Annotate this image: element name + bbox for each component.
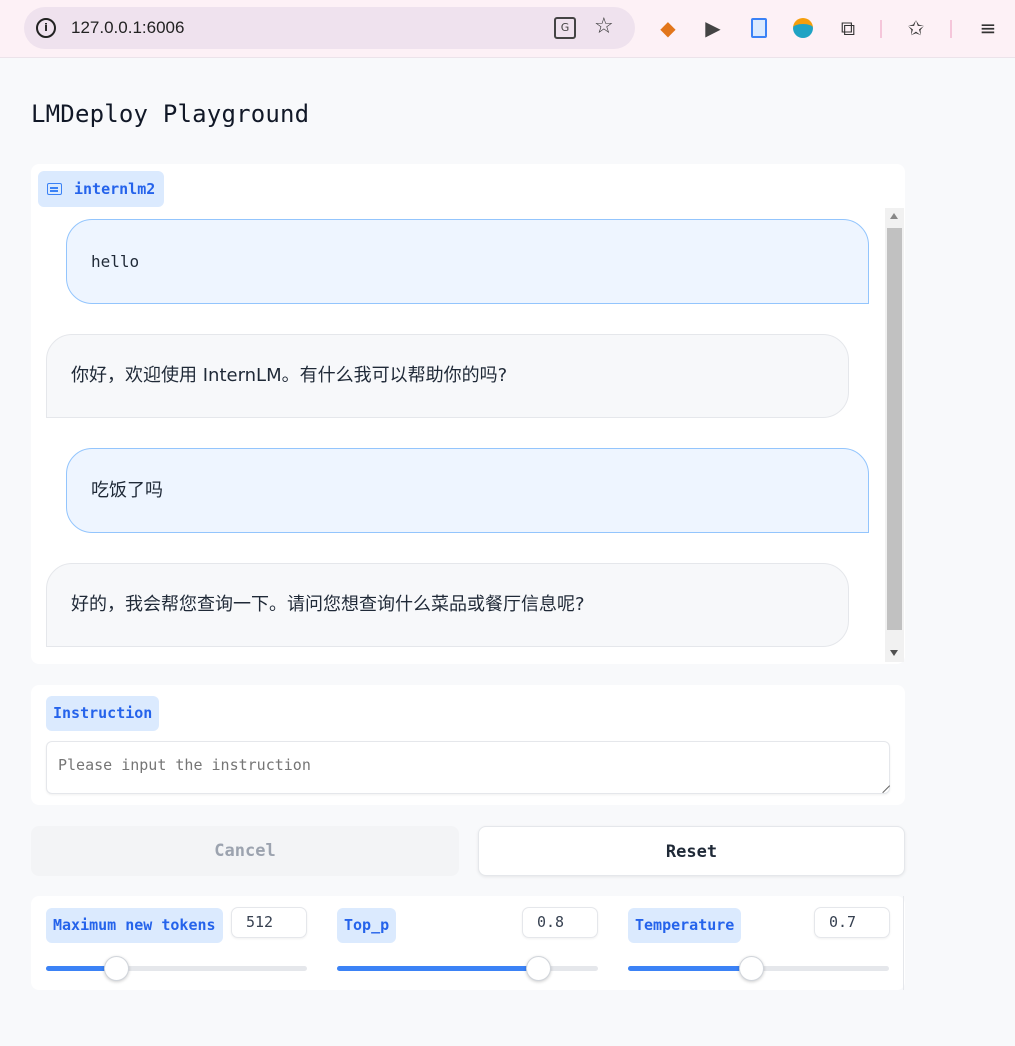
temperature-slider[interactable] [628, 956, 889, 981]
user-message: 吃饭了吗 [66, 448, 869, 533]
play-icon[interactable]: ▶ [700, 14, 726, 42]
toolbar-divider [950, 20, 952, 38]
max-new-tokens-slider[interactable] [46, 956, 307, 981]
message-text: 吃饭了吗 [91, 479, 163, 501]
instruction-input[interactable] [46, 741, 890, 794]
message-text: 好的，我会帮您查询一下。请问您想查询什么菜品或餐厅信息呢? [71, 594, 585, 615]
max-new-tokens-input[interactable]: 512 [231, 907, 307, 938]
bookmarks-star-icon[interactable]: ✩ [903, 14, 929, 42]
top-p-input[interactable]: 0.8 [522, 907, 598, 938]
fruit-extension-icon[interactable] [790, 14, 816, 42]
slider-handle[interactable] [525, 956, 551, 981]
slider-handle[interactable] [738, 956, 764, 981]
chatbot-label-text: internlm2 [74, 180, 156, 198]
message-text: hello [91, 251, 140, 271]
parameters-panel: Maximum new tokens 512 Top_p 0.8 Tempera… [31, 896, 905, 990]
temperature-input[interactable]: 0.7 [814, 907, 890, 938]
max-new-tokens-control: Maximum new tokens 512 [46, 896, 308, 990]
bot-message: 好的，我会帮您查询一下。请问您想查询什么菜品或餐厅信息呢? [46, 563, 849, 647]
cancel-button[interactable]: Cancel [31, 826, 459, 876]
page-title: LMDeploy Playground [31, 100, 310, 128]
scroll-up-icon[interactable] [890, 213, 898, 219]
media-control-icon[interactable]: ≡ [975, 14, 1001, 42]
temperature-control: Temperature 0.7 [628, 896, 890, 990]
chatbot-panel: internlm2 hello 你好，欢迎使用 InternLM。有什么我可以帮… [31, 164, 905, 664]
instruction-panel: Instruction [31, 685, 905, 805]
bookmark-star-icon[interactable]: ☆ [594, 14, 614, 39]
info-icon[interactable]: i [36, 18, 56, 38]
bot-message: 你好，欢迎使用 InternLM。有什么我可以帮助你的吗? [46, 334, 849, 418]
url-text[interactable]: 127.0.0.1:6006 [71, 18, 184, 38]
toolbar-divider [880, 20, 882, 38]
browser-toolbar: i 127.0.0.1:6006 G ☆ ◆ ▶ ⧉ ✩ ≡ [0, 0, 1015, 58]
instruction-label: Instruction [46, 696, 160, 731]
message-text: 你好，欢迎使用 InternLM。有什么我可以帮助你的吗? [71, 365, 508, 386]
scroll-down-icon[interactable] [890, 650, 898, 656]
panel-divider [903, 896, 904, 990]
slider-handle[interactable] [104, 956, 130, 981]
translate-icon[interactable]: G [554, 17, 576, 39]
reset-button[interactable]: Reset [478, 826, 905, 876]
max-new-tokens-label: Maximum new tokens [46, 908, 223, 943]
document-icon[interactable] [746, 14, 772, 42]
slider-fill [628, 966, 751, 971]
chat-scrollbar[interactable] [885, 208, 904, 662]
address-bar[interactable]: i 127.0.0.1:6006 G ☆ [24, 7, 635, 49]
top-p-slider[interactable] [337, 956, 598, 981]
scrollbar-thumb[interactable] [887, 228, 902, 630]
temperature-label: Temperature [628, 908, 742, 943]
puzzle-extensions-icon[interactable]: ⧉ [835, 14, 861, 42]
slider-fill [337, 966, 538, 971]
top-p-control: Top_p 0.8 [337, 896, 599, 990]
top-p-label: Top_p [337, 908, 397, 943]
user-message: hello [66, 219, 869, 304]
metamask-fox-icon[interactable]: ◆ [655, 14, 681, 42]
chat-bubble-icon [47, 183, 62, 195]
chatbot-label: internlm2 [38, 171, 165, 207]
